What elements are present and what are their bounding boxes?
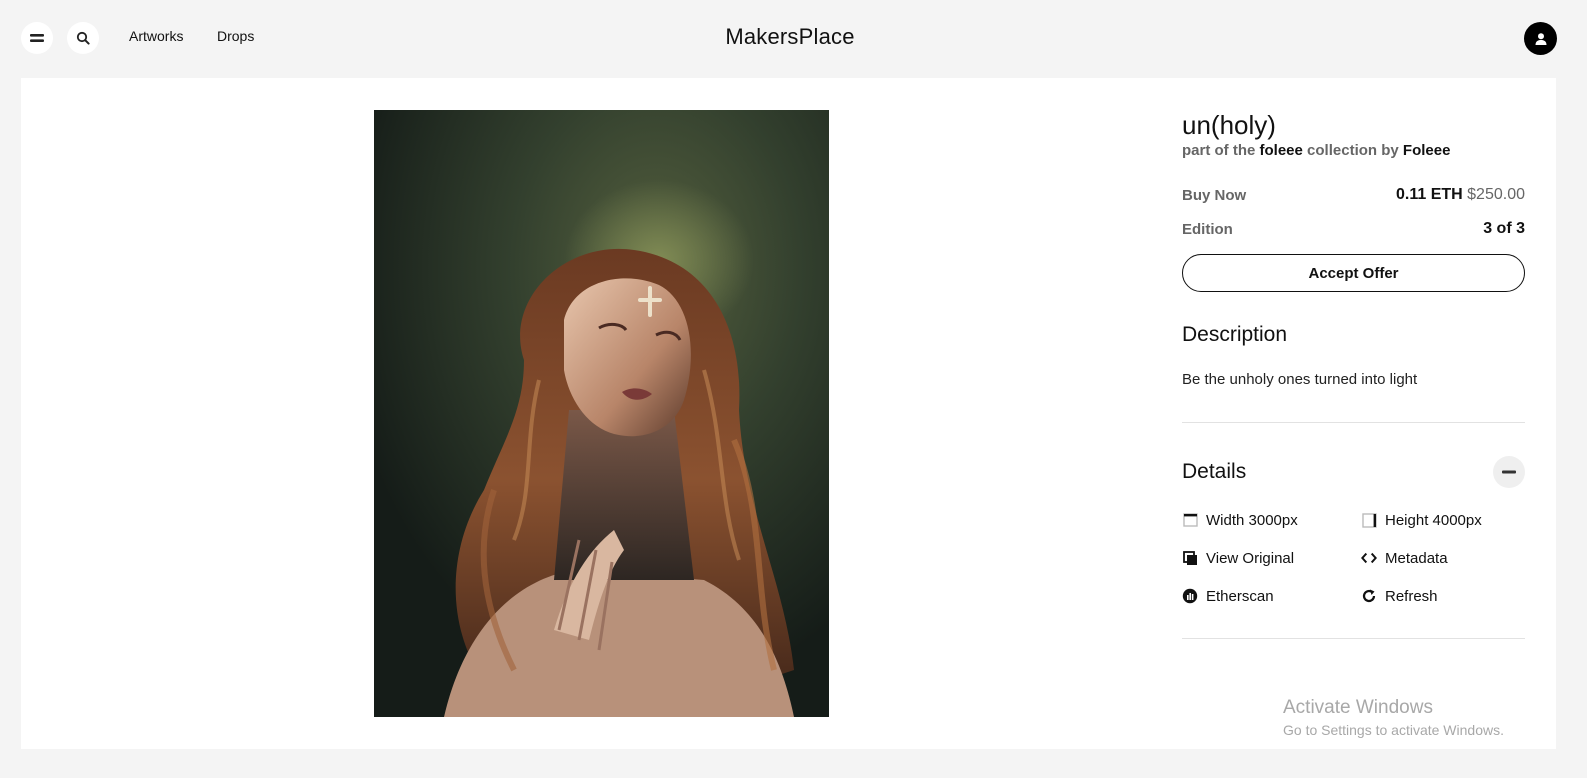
artwork-info-panel: un(holy) part of the foleee collection b… [1182, 108, 1525, 639]
metadata-link[interactable]: Metadata [1361, 548, 1525, 568]
detail-width: Width 3000px [1182, 510, 1361, 530]
divider [1182, 638, 1525, 639]
view-original-icon [1182, 550, 1198, 566]
height-icon [1361, 512, 1377, 528]
accept-offer-button[interactable]: Accept Offer [1182, 254, 1525, 292]
description-text: Be the unholy ones turned into light [1182, 371, 1418, 388]
user-icon [1535, 32, 1546, 45]
width-icon [1182, 512, 1198, 528]
details-header: Details [1182, 456, 1525, 488]
hamburger-icon [30, 34, 44, 42]
account-button[interactable] [1524, 22, 1557, 55]
price-eth: 0.11 ETH [1396, 186, 1463, 203]
artwork-image[interactable] [374, 110, 829, 717]
details-heading: Details [1182, 460, 1247, 483]
detail-height-label: Height 4000px [1385, 511, 1482, 529]
subtitle-prefix: part of the [1182, 142, 1256, 159]
artwork-subtitle: part of the foleee collection by Foleee [1182, 142, 1525, 159]
subtitle-middle: collection by [1307, 142, 1399, 159]
edition-row: Edition 3 of 3 [1182, 212, 1525, 246]
code-icon [1361, 550, 1377, 566]
top-navigation-bar: Artworks Drops MakersPlace [0, 0, 1587, 77]
etherscan-label: Etherscan [1206, 587, 1274, 605]
refresh-link[interactable]: Refresh [1361, 586, 1525, 606]
etherscan-icon [1182, 588, 1198, 604]
nav-artworks-link[interactable]: Artworks [129, 28, 183, 44]
price: 0.11 ETH $250.00 [1396, 186, 1525, 204]
collection-link[interactable]: foleee [1260, 142, 1303, 159]
search-icon [76, 31, 90, 45]
site-logo[interactable]: MakersPlace [700, 24, 880, 50]
edition-label: Edition [1182, 220, 1233, 238]
menu-button[interactable] [21, 22, 53, 54]
description-heading: Description [1182, 323, 1288, 346]
watermark-title: Activate Windows [1283, 697, 1433, 718]
collapse-details-button[interactable] [1493, 456, 1525, 488]
creator-link[interactable]: Foleee [1403, 142, 1451, 159]
price-usd: $250.00 [1467, 186, 1525, 203]
refresh-icon [1361, 588, 1377, 604]
artwork-title: un(holy) [1182, 110, 1276, 140]
metadata-label: Metadata [1385, 549, 1448, 567]
artwork-painting [374, 110, 829, 717]
details-list: Width 3000px Height 4000px View Original… [1182, 510, 1525, 606]
view-original-link[interactable]: View Original [1182, 548, 1361, 568]
edition-value: 3 of 3 [1483, 220, 1525, 237]
divider [1182, 422, 1525, 423]
detail-height: Height 4000px [1361, 510, 1525, 530]
detail-width-label: Width 3000px [1206, 511, 1298, 529]
artwork-card: un(holy) part of the foleee collection b… [21, 78, 1556, 749]
view-original-label: View Original [1206, 549, 1295, 567]
nav-drops-link[interactable]: Drops [217, 28, 254, 44]
refresh-label: Refresh [1385, 587, 1438, 605]
windows-activation-watermark: Activate Windows Go to Settings to activ… [1283, 697, 1504, 738]
minus-icon [1502, 470, 1516, 474]
search-button[interactable] [67, 22, 99, 54]
buy-now-label: Buy Now [1182, 186, 1247, 204]
watermark-subtitle: Go to Settings to activate Windows. [1283, 722, 1504, 738]
buy-now-row: Buy Now 0.11 ETH $250.00 [1182, 178, 1525, 212]
etherscan-link[interactable]: Etherscan [1182, 586, 1361, 606]
